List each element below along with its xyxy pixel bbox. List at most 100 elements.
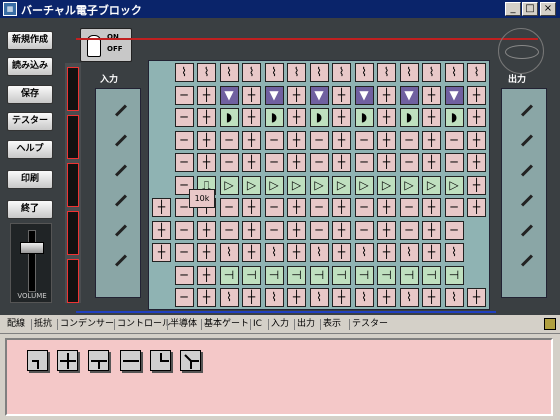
board-block[interactable]: ─	[309, 153, 329, 172]
board-block[interactable]: ┼	[197, 153, 216, 172]
board-block[interactable]: ─	[264, 220, 284, 240]
board-block[interactable]: ┼	[377, 288, 396, 307]
tab-ic[interactable]: IC	[253, 317, 262, 332]
resistor-block[interactable]: ⌇	[309, 63, 329, 82]
wire-corner-2-part-icon[interactable]	[150, 350, 171, 371]
board-block[interactable]: ┼	[152, 243, 171, 262]
resistor-block[interactable]: ⌇	[219, 243, 239, 262]
board-block[interactable]: ─	[264, 130, 284, 150]
resistor-block[interactable]: ⌇	[354, 243, 374, 262]
resistor-block[interactable]: ⌇	[174, 63, 194, 82]
board-block[interactable]: ┼	[332, 130, 351, 150]
board-block[interactable]: ─	[174, 265, 194, 285]
led-block[interactable]: ▼	[309, 85, 329, 105]
tab-input[interactable]: 入力	[271, 317, 289, 332]
board-block[interactable]: ─	[309, 130, 329, 150]
buffer-block[interactable]: ▷	[219, 175, 239, 195]
resistor-block[interactable]: ⌇	[287, 63, 306, 82]
board-block[interactable]: ┼	[422, 130, 441, 150]
board-block[interactable]: ┼	[467, 108, 486, 127]
board-block[interactable]: ┼	[287, 220, 306, 240]
transistor-block[interactable]: ⊣	[219, 265, 239, 285]
transistor-block[interactable]: ⊣	[332, 265, 351, 285]
wire-diagonal-part-icon[interactable]	[180, 350, 201, 371]
board-block[interactable]: ┼	[197, 265, 216, 285]
board-block[interactable]: ─	[444, 220, 464, 240]
board-block[interactable]: ┼	[287, 288, 306, 307]
gate-block[interactable]: ◗	[399, 108, 419, 127]
resistor-block[interactable]: ⌇	[264, 243, 284, 262]
resistor-block[interactable]: ⌇	[264, 63, 284, 82]
resistor-block[interactable]: ⌇	[467, 63, 486, 82]
board-block[interactable]: ─	[264, 153, 284, 172]
resistor-block[interactable]: ⌇	[332, 63, 351, 82]
board-block[interactable]: ┼	[422, 108, 441, 127]
board-block[interactable]: ┼	[422, 288, 441, 307]
board-block[interactable]: ┼	[287, 243, 306, 262]
buffer-block[interactable]: ▷	[264, 175, 284, 195]
transistor-block[interactable]: ⊣	[264, 265, 284, 285]
board-block[interactable]: ─	[354, 153, 374, 172]
board-block[interactable]: ┼	[467, 175, 486, 195]
board-block[interactable]: ─	[219, 153, 239, 172]
board-block[interactable]: ┼	[152, 220, 171, 240]
board-block[interactable]: ─	[264, 198, 284, 217]
board-block[interactable]: ┼	[242, 108, 261, 127]
board-block[interactable]: ─	[174, 153, 194, 172]
resistor-block[interactable]: ⌇	[242, 63, 261, 82]
gate-block[interactable]: ◗	[219, 108, 239, 127]
output-panel[interactable]	[501, 88, 547, 298]
board-block[interactable]: ┼	[332, 108, 351, 127]
tab-output[interactable]: 出力	[297, 317, 315, 332]
board-block[interactable]: ┼	[467, 153, 486, 172]
new-button[interactable]: 新規作成	[7, 31, 53, 50]
gate-block[interactable]: ◗	[444, 108, 464, 127]
transistor-block[interactable]: ⊣	[309, 265, 329, 285]
board-block[interactable]: ┼	[287, 130, 306, 150]
buffer-block[interactable]: ▷	[287, 175, 306, 195]
gate-block[interactable]: ◗	[264, 108, 284, 127]
board-block[interactable]: ─	[399, 153, 419, 172]
board-block[interactable]: ─	[174, 243, 194, 262]
board-block[interactable]: ─	[399, 130, 419, 150]
led-block[interactable]: ▼	[399, 85, 419, 105]
resistor-block[interactable]: ⌇	[444, 63, 464, 82]
buffer-block[interactable]: ▷	[422, 175, 441, 195]
resistor-block[interactable]: ⌇	[354, 63, 374, 82]
resistor-block[interactable]: ⌇	[422, 63, 441, 82]
resistor-block[interactable]: ⌇	[444, 288, 464, 307]
wire-tee-part-icon[interactable]	[88, 350, 109, 371]
resistor-block[interactable]: ⌇	[354, 288, 374, 307]
transistor-block[interactable]: ⊣	[444, 265, 464, 285]
board-block[interactable]: ┼	[197, 220, 216, 240]
board-block[interactable]: ┼	[332, 153, 351, 172]
exit-button[interactable]: 終了	[7, 200, 53, 219]
board-block[interactable]: ┼	[152, 198, 171, 217]
tab-display[interactable]: 表示	[323, 317, 341, 332]
buffer-block[interactable]: ▷	[377, 175, 396, 195]
board-block[interactable]: ─	[444, 153, 464, 172]
volume-slider[interactable]: VOLUME	[10, 223, 52, 303]
resistor-block[interactable]: ⌇	[399, 243, 419, 262]
circuit-board[interactable]: ⌇ ⌇ ⌇ ⌇ ⌇ ⌇ ⌇ ⌇ ⌇ ⌇ ⌇ ⌇ ⌇ ⌇ ─ ┼ ▼ ┼ ▼ ┼ ▼ ┼ ▼ ┼ ▼ ┼ ▼ ┼ ─ ┼ ◗ ┼ ◗ ┼ ◗ ┼ ◗ ┼ ◗ ┼…	[148, 60, 490, 310]
board-block[interactable]: ┼	[287, 198, 306, 217]
board-block[interactable]: ┼	[332, 243, 351, 262]
print-button[interactable]: 印刷	[7, 170, 53, 189]
board-block[interactable]: ┼	[377, 220, 396, 240]
maximize-button[interactable]: □	[522, 2, 538, 16]
board-block[interactable]: ┼	[377, 85, 396, 105]
board-block[interactable]: ─	[174, 130, 194, 150]
wire-straight-part-icon[interactable]	[120, 350, 141, 371]
input-panel[interactable]	[95, 88, 141, 298]
transistor-block[interactable]: ⊣	[287, 265, 306, 285]
board-block[interactable]: ┼	[287, 108, 306, 127]
led-block[interactable]: ▼	[219, 85, 239, 105]
tab-semiconductor[interactable]: 半導体	[170, 317, 197, 332]
board-block[interactable]: ─	[219, 130, 239, 150]
board-block[interactable]: ┼	[422, 243, 441, 262]
board-block[interactable]: ─	[174, 85, 194, 105]
resistor-block[interactable]: ⌇	[219, 288, 239, 307]
led-block[interactable]: ▼	[264, 85, 284, 105]
resistor-block[interactable]: ⌇	[377, 63, 396, 82]
gate-block[interactable]: ◗	[309, 108, 329, 127]
